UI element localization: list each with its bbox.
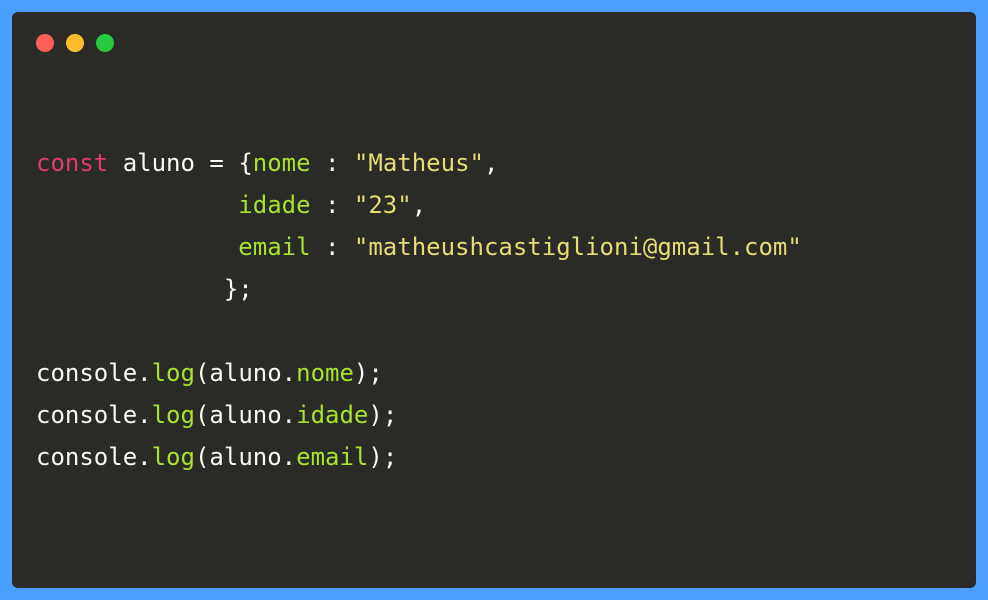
function-log: log — [152, 401, 195, 429]
brace-open: { — [238, 149, 252, 177]
identifier-aluno: aluno — [209, 443, 281, 471]
brace-close: } — [224, 275, 238, 303]
property-nome: nome — [296, 359, 354, 387]
code-area: const aluno = {nome : "Matheus", idade :… — [12, 52, 976, 502]
code-line-6: console.log(aluno.idade); — [36, 401, 397, 429]
function-log: log — [152, 359, 195, 387]
code-line-7: console.log(aluno.email); — [36, 443, 397, 471]
keyword-const: const — [36, 149, 108, 177]
property-email: email — [296, 443, 368, 471]
semicolon: ; — [383, 443, 397, 471]
dot: . — [137, 443, 151, 471]
identifier-console: console — [36, 401, 137, 429]
semicolon: ; — [238, 275, 252, 303]
dot: . — [282, 443, 296, 471]
property-email: email — [238, 233, 310, 261]
paren-open: ( — [195, 401, 209, 429]
identifier-aluno: aluno — [209, 401, 281, 429]
semicolon: ; — [383, 401, 397, 429]
indent — [36, 191, 238, 219]
identifier-console: console — [36, 359, 137, 387]
code-line-4: }; — [36, 275, 253, 303]
paren-close: ) — [368, 443, 382, 471]
code-line-1: const aluno = {nome : "Matheus", — [36, 149, 498, 177]
editor-window: const aluno = {nome : "Matheus", idade :… — [12, 12, 976, 588]
dot: . — [137, 359, 151, 387]
colon: : — [311, 233, 340, 261]
comma: , — [412, 191, 426, 219]
operator-assign: = — [209, 149, 223, 177]
identifier-aluno: aluno — [123, 149, 195, 177]
property-nome: nome — [253, 149, 311, 177]
identifier-console: console — [36, 443, 137, 471]
indent — [36, 275, 224, 303]
maximize-icon[interactable] — [96, 34, 114, 52]
minimize-icon[interactable] — [66, 34, 84, 52]
string-literal: "23" — [354, 191, 412, 219]
code-line-2: idade : "23", — [36, 191, 426, 219]
paren-close: ) — [354, 359, 368, 387]
colon: : — [311, 149, 340, 177]
function-log: log — [152, 443, 195, 471]
string-literal: "Matheus" — [354, 149, 484, 177]
colon: : — [311, 191, 340, 219]
dot: . — [282, 359, 296, 387]
dot: . — [282, 401, 296, 429]
comma: , — [484, 149, 498, 177]
paren-open: ( — [195, 359, 209, 387]
titlebar — [12, 12, 976, 52]
paren-close: ) — [368, 401, 382, 429]
semicolon: ; — [368, 359, 382, 387]
code-line-5: console.log(aluno.nome); — [36, 359, 383, 387]
property-idade: idade — [238, 191, 310, 219]
paren-open: ( — [195, 443, 209, 471]
property-idade: idade — [296, 401, 368, 429]
dot: . — [137, 401, 151, 429]
string-literal: "matheushcastiglioni@gmail.com" — [354, 233, 802, 261]
identifier-aluno: aluno — [209, 359, 281, 387]
indent — [36, 233, 238, 261]
code-line-3: email : "matheushcastiglioni@gmail.com" — [36, 233, 802, 261]
close-icon[interactable] — [36, 34, 54, 52]
